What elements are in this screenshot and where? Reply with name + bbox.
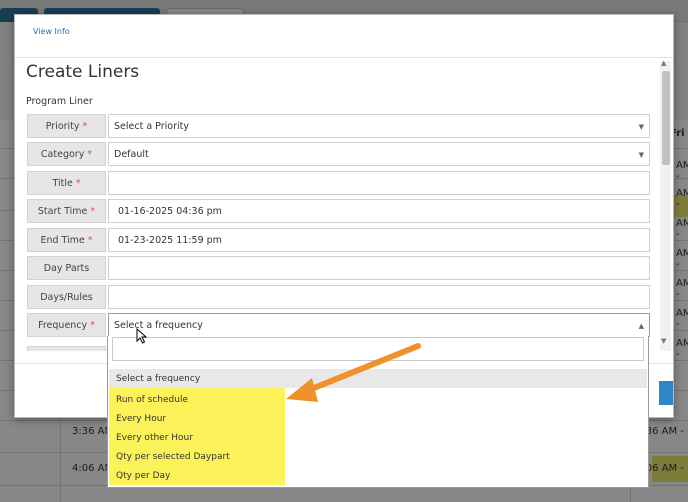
day-parts-row: Day Parts <box>27 256 650 280</box>
mouse-cursor-icon <box>136 328 148 344</box>
days-rules-input[interactable] <box>108 285 650 309</box>
caret-down-icon: ▼ <box>638 151 644 159</box>
label-text: Start Time <box>37 205 88 217</box>
label-text: Day Parts <box>43 262 90 274</box>
field-label <box>27 346 106 351</box>
required-mark: * <box>87 148 93 160</box>
end-time-input[interactable]: 01-23-2025 11:59 pm <box>108 228 650 252</box>
required-mark: * <box>82 120 88 132</box>
priority-row: Priority * Select a Priority ▼ <box>27 114 650 138</box>
dropdown-option[interactable]: Select a frequency <box>109 369 647 388</box>
label-text: Title <box>52 177 73 189</box>
label-text: Days/Rules <box>40 291 93 303</box>
priority-select[interactable]: Select a Priority ▼ <box>108 114 650 138</box>
frequency-dropdown: Select a frequency Run of schedule Every… <box>107 336 649 488</box>
divider <box>15 57 673 58</box>
required-mark: * <box>90 319 95 331</box>
dropdown-search-input[interactable] <box>112 337 644 361</box>
select-value: Select a Priority <box>114 120 189 132</box>
start-time-input[interactable]: 01-16-2025 04:36 pm <box>108 199 650 223</box>
field-label: Category * <box>27 142 106 166</box>
category-select[interactable]: Default ▼ <box>108 142 650 166</box>
caret-up-icon: ▲ <box>638 322 644 330</box>
field-label: Frequency * <box>27 313 106 337</box>
primary-button[interactable] <box>659 381 673 405</box>
select-value: Select a frequency <box>114 320 203 331</box>
day-parts-input[interactable] <box>108 256 650 280</box>
required-mark: * <box>87 234 93 246</box>
field-label: End Time * <box>27 228 106 252</box>
label-text: End Time <box>40 234 85 246</box>
label-text: Frequency <box>38 319 88 331</box>
dropdown-option[interactable]: Every other Hour <box>109 428 285 447</box>
frequency-select[interactable]: Select a frequency ▲ <box>108 313 650 337</box>
scroll-down-icon[interactable]: ▼ <box>661 337 666 345</box>
days-rules-row: Days/Rules <box>27 285 650 309</box>
required-mark: * <box>90 205 96 217</box>
title-input[interactable] <box>108 171 650 195</box>
label-text: Priority <box>45 120 80 132</box>
label-text: Category <box>40 148 85 160</box>
title-row: Title * <box>27 171 650 195</box>
dropdown-option[interactable]: Run of schedule <box>109 390 285 409</box>
field-label: Title * <box>27 171 106 195</box>
dropdown-option[interactable]: Qty per Day <box>109 466 285 485</box>
field-label: Start Time * <box>27 199 106 223</box>
category-row: Category * Default ▼ <box>27 142 650 166</box>
start-time-row: Start Time * 01-16-2025 04:36 pm <box>27 199 650 223</box>
field-label: Day Parts <box>27 256 106 280</box>
modal-title: Create Liners <box>26 62 140 82</box>
end-time-row: End Time * 01-23-2025 11:59 pm <box>27 228 650 252</box>
dropdown-option[interactable]: Qty per selected Daypart <box>109 447 285 466</box>
scrollbar-thumb[interactable] <box>662 71 670 165</box>
frequency-row: Frequency * Select a frequency ▲ <box>27 313 650 337</box>
section-label: Program Liner <box>26 96 93 107</box>
view-info-link[interactable]: View Info <box>33 27 70 36</box>
select-value: Default <box>114 148 149 160</box>
field-label: Days/Rules <box>27 285 106 309</box>
field-label: Priority * <box>27 114 106 138</box>
scroll-up-icon[interactable]: ▲ <box>661 59 666 67</box>
dropdown-option[interactable]: Every Hour <box>109 409 285 428</box>
required-mark: * <box>75 177 81 189</box>
caret-down-icon: ▼ <box>638 123 644 131</box>
